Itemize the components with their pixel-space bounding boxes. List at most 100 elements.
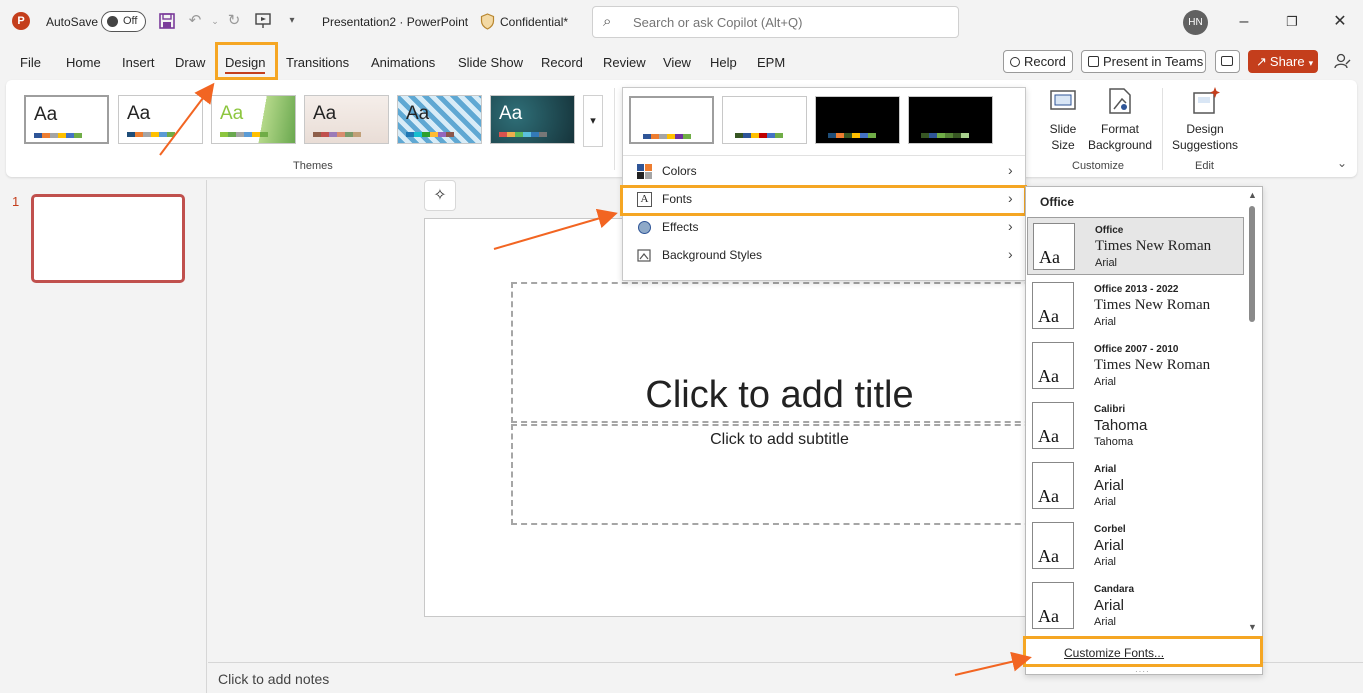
variant-swatch [852,133,860,138]
tab-transitions[interactable]: Transitions [286,55,349,70]
theme-swatch [422,132,430,137]
theme-swatch [430,132,438,137]
tab-file[interactable]: File [20,55,41,70]
theme-swatch [159,132,167,137]
sensitivity-label[interactable]: Confidential* [500,15,568,29]
scrollbar-thumb[interactable] [1249,206,1255,322]
font-set-name: Office 2013 - 2022 [1094,284,1179,295]
variant-thumbnail[interactable] [629,96,714,144]
variant-swatch [868,133,876,138]
customize-qat-icon[interactable]: ▾ [283,12,301,30]
tab-review[interactable]: Review [603,55,646,70]
present-in-teams-button[interactable]: Present in Teams [1081,50,1206,73]
close-icon[interactable]: ✕ [1328,10,1352,34]
tab-epm[interactable]: EPM [757,55,785,70]
record-button[interactable]: Record [1003,50,1073,73]
theme-thumbnail[interactable]: Aa [24,95,109,144]
scroll-down-icon[interactable]: ▼ [1247,622,1258,632]
theme-label: Aa [127,103,151,124]
font-option[interactable]: Aa Office 2013 - 2022 Times New Roman Arial [1027,277,1244,335]
subtitle-placeholder[interactable]: Click to add subtitle [511,424,1051,525]
tab-insert[interactable]: Insert [122,55,155,70]
slide-size-button[interactable]: Slide Size [1040,85,1086,153]
tab-help[interactable]: Help [710,55,737,70]
font-option[interactable]: Aa Arial Arial Arial [1027,457,1244,515]
font-preview-icon: Aa [1032,582,1074,629]
title-placeholder[interactable]: Click to add title [511,282,1051,423]
title-placeholder-text: Click to add title [645,374,914,416]
coauthor-icon[interactable] [1333,52,1351,70]
format-background-button[interactable]: Format Background [1086,85,1154,153]
theme-swatches [406,132,454,137]
variant-swatch [775,133,783,138]
restore-icon[interactable]: ❐ [1280,10,1304,34]
customize-fonts-button[interactable]: Customize Fonts... [1023,636,1263,667]
design-suggestions-button[interactable]: Design Suggestions [1170,85,1240,153]
tab-record[interactable]: Record [541,55,583,70]
undo-dropdown-icon[interactable]: ⌄ [206,12,224,30]
theme-swatch [244,132,252,137]
variant-swatch [659,134,667,139]
tab-view[interactable]: View [663,55,691,70]
theme-swatch [127,132,135,137]
font-option[interactable]: Aa Candara Arial Arial [1027,577,1244,635]
save-icon[interactable] [158,12,176,30]
theme-thumbnail[interactable]: Aa [211,95,296,144]
tab-draw[interactable]: Draw [175,55,205,70]
format-background-label: Format Background [1087,122,1153,152]
theme-swatch [539,132,547,137]
theme-thumbnail[interactable]: Aa [304,95,389,144]
body-font: Arial [1094,316,1117,328]
variant-thumbnail[interactable] [908,96,993,144]
theme-swatches [34,133,82,138]
font-preview-text: Aa [1038,306,1059,326]
fonts-scrollbar[interactable]: ▲ ▼ [1247,190,1258,634]
font-option[interactable]: Aa Corbel Arial Arial [1027,517,1244,575]
designer-sparkle-icon[interactable]: ✧ [424,180,456,211]
tab-animations[interactable]: Animations [371,55,435,70]
theme-swatch [252,132,260,137]
body-font: Arial [1094,496,1117,508]
collapse-ribbon-icon[interactable]: ⌄ [1333,154,1351,172]
menu-item-background-styles[interactable]: Background Styles › [623,241,1025,269]
variant-swatch [643,134,651,139]
theme-swatch [515,132,523,137]
variant-swatch [828,133,836,138]
font-set-name: Office [1095,225,1124,236]
theme-swatch [74,133,82,138]
present-icon[interactable] [254,12,272,30]
undo-icon[interactable]: ↶ [186,12,204,30]
font-option[interactable]: Aa Office 2007 - 2010 Times New Roman Arial [1027,337,1244,395]
font-option[interactable]: Aa Calibri Tahoma Tahoma [1027,397,1244,455]
variant-swatch [953,133,961,138]
avatar[interactable]: HN [1183,10,1208,35]
resize-grip-icon[interactable]: ···· [1135,667,1150,676]
menu-item-effects[interactable]: Effects › [623,213,1025,241]
scroll-up-icon[interactable]: ▲ [1247,190,1258,200]
minimize-icon[interactable]: – [1232,10,1256,34]
menu-item-colors[interactable]: Colors › [623,157,1025,185]
search-box[interactable]: ⌕ [592,6,959,38]
font-preview-text: Aa [1039,247,1060,267]
theme-thumbnail[interactable]: Aa [118,95,203,144]
font-preview-text: Aa [1038,606,1059,626]
theme-swatch [34,133,42,138]
slide-thumbnail[interactable] [31,194,185,283]
autosave-toggle[interactable]: Off [101,11,146,32]
variant-thumbnail[interactable] [722,96,807,144]
redo-icon[interactable]: ↻ [225,12,243,30]
search-input[interactable] [633,13,933,31]
themes-more-button[interactable]: ▾ [583,95,603,147]
theme-thumbnail[interactable]: Aa [490,95,575,144]
tab-home[interactable]: Home [66,55,101,70]
background-styles-label: Background Styles [662,248,763,262]
font-option[interactable]: Aa Office Times New Roman Arial [1027,217,1244,275]
comments-button[interactable] [1215,50,1240,73]
tab-slide-show[interactable]: Slide Show [458,55,523,70]
share-button[interactable]: ↗ Share ▾ [1248,50,1318,73]
variant-thumbnail[interactable] [815,96,900,144]
body-font: Tahoma [1094,436,1134,448]
theme-thumbnail[interactable]: Aa [397,95,482,144]
slide-size-label: Slide Size [1049,122,1077,152]
fonts-gallery-header: Office [1040,195,1075,209]
